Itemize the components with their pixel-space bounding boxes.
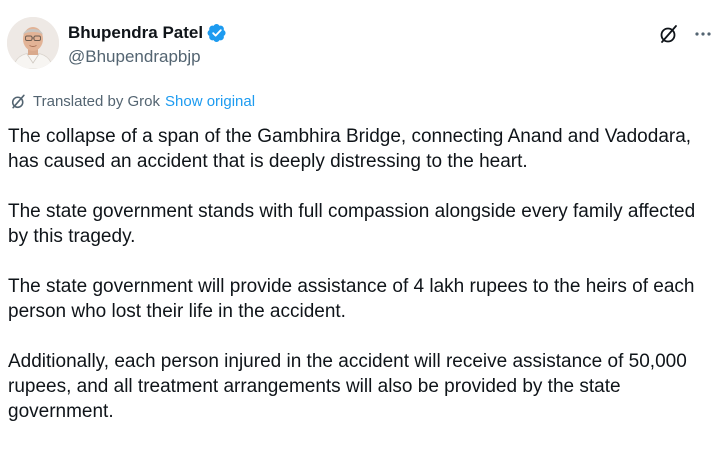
avatar[interactable] [7, 17, 59, 69]
author-handle[interactable]: @Bhupendrapbjp [68, 47, 227, 67]
post-actions [658, 23, 714, 45]
translation-bar: Translated by Grok Show original [10, 93, 255, 110]
author-block: Bhupendra Patel @Bhupendrapbjp [68, 22, 227, 67]
post-paragraph: The collapse of a span of the Gambhira B… [8, 126, 692, 172]
post-text: The collapse of a span of the Gambhira B… [8, 124, 720, 449]
verified-badge-icon [207, 23, 227, 43]
post-paragraph: The state government stands with full co… [8, 201, 696, 247]
translation-label: Translated by Grok [33, 93, 160, 110]
author-display-name[interactable]: Bhupendra Patel [68, 23, 203, 43]
post-paragraph: The state government will provide assist… [8, 276, 695, 322]
post-paragraph: Additionally, each person injured in the… [8, 351, 687, 422]
grok-translate-icon [10, 93, 27, 110]
more-options-icon[interactable] [692, 23, 714, 45]
post-card: Bhupendra Patel @Bhupendrapbjp Translate… [0, 0, 726, 432]
avatar-portrait-icon [7, 17, 59, 69]
show-original-link[interactable]: Show original [165, 93, 255, 110]
author-name-row: Bhupendra Patel [68, 22, 227, 44]
grok-icon[interactable] [658, 23, 680, 45]
